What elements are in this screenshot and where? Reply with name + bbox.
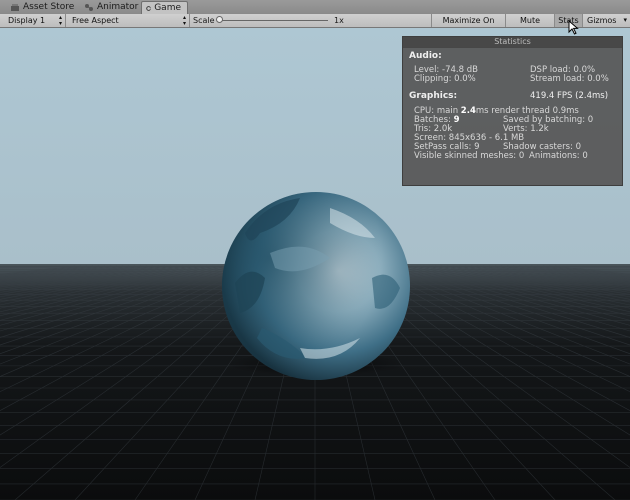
audio-clipping: Clipping: 0.0% [414,74,476,84]
scale-value: 1x [334,16,344,25]
tab-label: Asset Store [23,2,75,12]
animations: Animations: 0 [529,151,588,161]
aspect-dropdown[interactable]: Free Aspect ▴ ▾ [68,14,190,27]
aspect-value: Free Aspect [72,16,119,25]
display-value: Display 1 [8,16,46,25]
editor-tab-strip: Asset Store Animator Game [0,0,630,15]
visible-skinned-meshes: Visible skinned meshes: 0 [414,151,525,161]
maximize-on-play-toggle[interactable]: Maximize On Play [431,14,505,38]
game-controller-icon [146,6,151,11]
fps-readout: 419.4 FPS (2.4ms) [530,91,609,101]
store-icon [11,4,19,11]
game-view-toolbar: Display 1 ▴ ▾ Free Aspect ▴ ▾ Scale 1x Max… [0,14,630,38]
statistics-title: Statistics [403,37,622,48]
batches-value: 9 [453,115,460,125]
graphics-header: Graphics: [409,91,458,101]
scale-label: Scale [193,16,215,25]
audio-header: Audio: [409,51,442,61]
gizmos-dropdown[interactable]: Gizmos ▾ [582,14,630,27]
scale-slider-track[interactable] [220,20,328,21]
tab-animator[interactable]: Animator [80,1,144,14]
tab-asset-store[interactable]: Asset Store [6,1,80,14]
display-dropdown[interactable]: Display 1 ▴ ▾ [4,14,66,27]
stream-load: Stream load: 0.0% [530,74,609,84]
mute-audio-toggle[interactable]: Mute Audio [505,14,554,38]
sphere-object [222,192,410,380]
statistics-panel: Statistics Audio: Level: -74.8 dB DSP lo… [402,36,623,186]
dropdown-arrows-icon: ▴ ▾ [182,14,186,27]
mouse-cursor-icon [568,20,579,35]
scale-slider-thumb[interactable] [216,16,223,23]
chevron-down-icon: ▾ [623,16,627,24]
gizmos-label: Gizmos [587,16,617,25]
animator-icon [85,4,93,11]
tab-game[interactable]: Game [141,1,188,15]
dropdown-arrows-icon: ▴ ▾ [58,14,62,27]
cpu-main: 2.4 [460,106,476,116]
tab-label: Animator [97,2,139,12]
